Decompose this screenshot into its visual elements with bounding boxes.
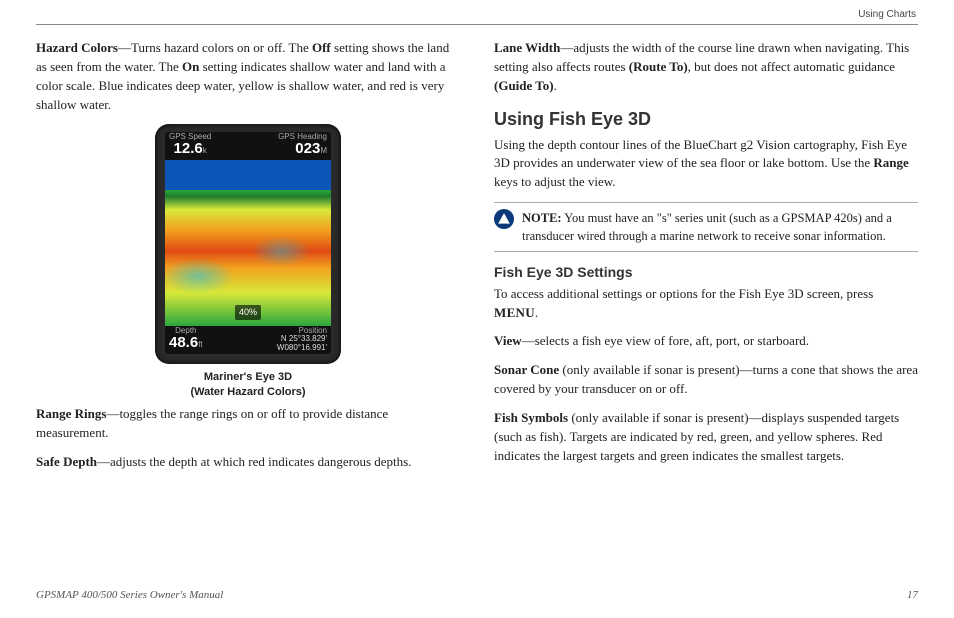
screen-top-bar: GPS Speed 12.6k GPS Heading 023M (165, 132, 331, 160)
figure-caption-l1: Mariner's Eye 3D (36, 370, 460, 384)
depth-value: 48.6 (169, 334, 198, 351)
text: . (554, 78, 557, 93)
para-range-rings: Range Rings—toggles the range rings on o… (36, 405, 460, 443)
para-safe-depth: Safe Depth—adjusts the depth at which re… (36, 453, 460, 472)
depth-unit: ft (198, 340, 202, 349)
content-columns: Hazard Colors—Turns hazard colors on or … (36, 39, 918, 482)
page-footer: GPSMAP 400/500 Series Owner's Manual 17 (36, 588, 918, 604)
para-fish-eye-intro: Using the depth contour lines of the Blu… (494, 136, 918, 193)
screen-bottom-bar: Depth 48.6ft Position N 25°33.829' W080°… (165, 326, 331, 354)
para-view: View—selects a fish eye view of fore, af… (494, 332, 918, 351)
term-on: On (182, 59, 199, 74)
term-fish-symbols: Fish Symbols (494, 410, 568, 425)
gps-heading-value: 023 (295, 140, 320, 157)
term-range-rings: Range Rings (36, 406, 106, 421)
zoom-percent: 40% (235, 305, 261, 320)
heading-fish-eye-3d: Using Fish Eye 3D (494, 106, 918, 132)
left-column: Hazard Colors—Turns hazard colors on or … (36, 39, 460, 482)
note-body: You must have an "s" series unit (such a… (522, 211, 892, 243)
heading-fish-eye-settings: Fish Eye 3D Settings (494, 262, 918, 282)
term-view: View (494, 333, 522, 348)
manual-title: GPSMAP 400/500 Series Owner's Manual (36, 588, 223, 604)
figure-caption-l2: (Water Hazard Colors) (36, 385, 460, 399)
position-lon: W080°16.991' (277, 344, 327, 353)
para-sonar-cone: Sonar Cone (only available if sonar is p… (494, 361, 918, 399)
para-lane-width: Lane Width—adjusts the width of the cour… (494, 39, 918, 96)
term-route-to: (Route To) (629, 59, 688, 74)
term-guide-to: (Guide To) (494, 78, 554, 93)
term-off: Off (312, 40, 331, 55)
gps-speed-value: 12.6 (174, 140, 203, 157)
term-lane-width: Lane Width (494, 40, 560, 55)
term-menu: MENU (494, 305, 535, 320)
text: —Turns hazard colors on or off. The (118, 40, 312, 55)
text: , but does not affect automatic guidance (688, 59, 895, 74)
gps-heading-unit: M (320, 146, 327, 155)
text: —adjusts the depth at which red indicate… (97, 454, 411, 469)
note-icon (494, 209, 514, 229)
device-frame: GPS Speed 12.6k GPS Heading 023M 40% Dep… (155, 124, 341, 364)
term-hazard-colors: Hazard Colors (36, 40, 118, 55)
terrain-view (165, 160, 331, 326)
para-fish-symbols: Fish Symbols (only available if sonar is… (494, 409, 918, 466)
note-label: NOTE: (522, 211, 562, 225)
right-column: Lane Width—adjusts the width of the cour… (494, 39, 918, 482)
top-rule (36, 24, 918, 25)
figure-mariners-eye: GPS Speed 12.6k GPS Heading 023M 40% Dep… (36, 124, 460, 399)
text: —selects a fish eye view of fore, aft, p… (522, 333, 809, 348)
note-box: NOTE: You must have an "s" series unit (… (494, 202, 918, 252)
term-sonar-cone: Sonar Cone (494, 362, 559, 377)
gps-speed-unit: k (203, 146, 207, 155)
term-range: Range (873, 155, 908, 170)
text: keys to adjust the view. (494, 174, 616, 189)
section-header: Using Charts (858, 8, 916, 23)
page-number: 17 (907, 588, 918, 604)
device-screen: GPS Speed 12.6k GPS Heading 023M 40% Dep… (165, 132, 331, 354)
text: . (535, 305, 538, 320)
text: Using the depth contour lines of the Blu… (494, 137, 907, 171)
para-hazard-colors: Hazard Colors—Turns hazard colors on or … (36, 39, 460, 114)
text: To access additional settings or options… (494, 286, 873, 301)
term-safe-depth: Safe Depth (36, 454, 97, 469)
para-settings-intro: To access additional settings or options… (494, 285, 918, 323)
